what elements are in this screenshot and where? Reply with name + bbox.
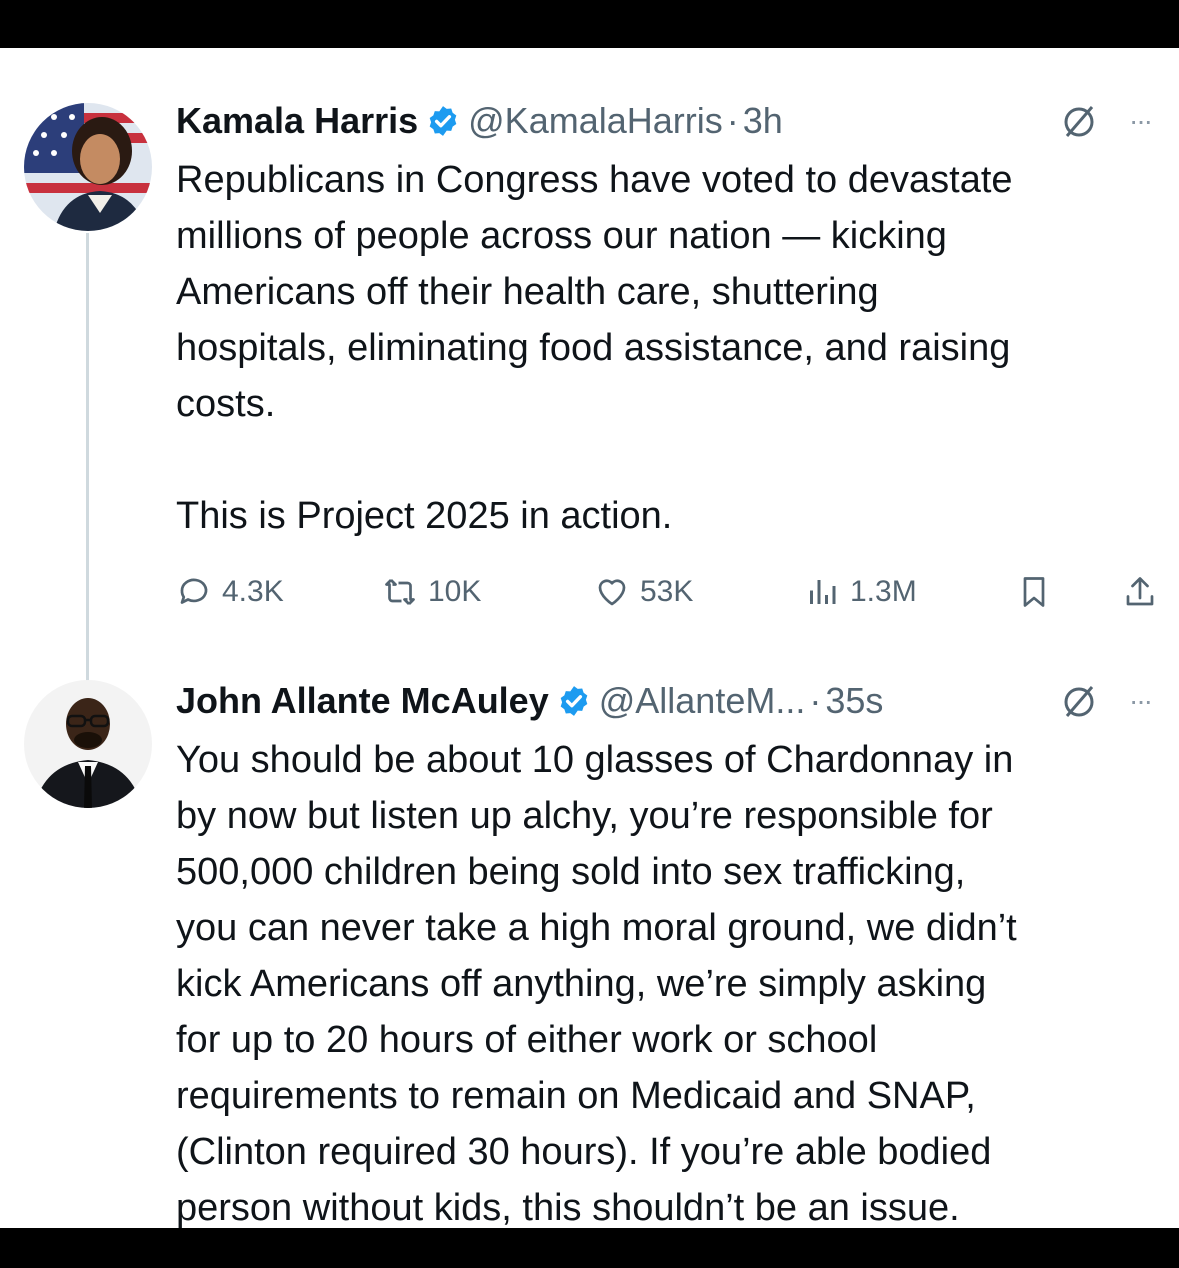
tweet-thread: Kamala Harris @KamalaHarris · 3h ··· Rep… [0,48,1179,1228]
avatar-kamala-harris[interactable] [24,103,152,231]
repost-icon [385,579,415,605]
like-count: 53K [640,575,694,608]
tweet-john-allante-mcauley[interactable]: John Allante McAuley @AllanteM... · 35s … [176,676,1153,1228]
tweet-line: millions of people across our nation — k… [176,215,947,257]
reply-button[interactable]: 4.3K [176,570,284,614]
tweet-line: person without kids, this shouldn’t be a… [176,1187,960,1228]
tweet-line: You should be about 10 glasses of Chardo… [176,739,1014,781]
tweet-text: You should be about 10 glasses of Chardo… [176,732,1151,1228]
separator-dot: · [726,100,739,141]
tweet-line: This is Project 2025 in action. [176,495,673,537]
tweet-line: Republicans in Congress have voted to de… [176,159,1013,201]
more-icon[interactable]: ··· [1129,105,1153,137]
grok-icon[interactable] [1059,101,1099,141]
author-name[interactable]: Kamala Harris [176,100,418,142]
bookmark-icon [1023,577,1045,607]
bookmark-button[interactable] [1016,570,1052,614]
tweet-line: for up to 20 hours of either work or sch… [176,1019,878,1061]
grok-icon[interactable] [1059,681,1099,721]
reply-count: 4.3K [222,575,284,608]
top-black-bar [0,0,1179,48]
timestamp[interactable]: 3h [743,100,783,142]
reply-icon [180,578,208,604]
tweet-line: by now but listen up alchy, you’re respo… [176,795,993,837]
avatar-john-allante-mcauley[interactable] [24,680,152,808]
author-name[interactable]: John Allante McAuley [176,680,549,722]
author-handle[interactable]: @KamalaHarris [468,100,723,142]
like-button[interactable]: 53K [594,570,693,614]
tweet-kamala-harris[interactable]: Kamala Harris @KamalaHarris · 3h ··· Rep… [176,96,1153,544]
like-icon [598,579,626,606]
tweet-line: Americans off their health care, shutter… [176,271,879,313]
share-icon [1126,577,1154,606]
share-button[interactable] [1122,570,1158,614]
timestamp[interactable]: 35s [825,680,883,722]
separator-dot: · [809,680,822,721]
tweet-header: Kamala Harris @KamalaHarris · 3h ··· [176,96,1153,146]
author-handle[interactable]: @AllanteM... [599,680,806,722]
verified-badge-icon [560,686,588,716]
views-icon [810,580,836,604]
verified-badge-icon [429,106,457,136]
tweet-action-bar: 4.3K 10K 53K 1.3M [176,570,1166,614]
thread-connector-line [86,233,89,713]
tweet-line: costs. [176,383,276,425]
tweet-line: kick Americans off anything, we’re simpl… [176,963,987,1005]
bottom-black-bar [0,1228,1179,1268]
repost-count: 10K [428,575,482,608]
tweet-line: 500,000 children being sold into sex tra… [176,851,966,893]
repost-button[interactable]: 10K [382,570,481,614]
tweet-header: John Allante McAuley @AllanteM... · 35s … [176,676,1153,726]
views-button[interactable]: 1.3M [804,570,917,614]
tweet-line: you can never take a high moral ground, … [176,907,1017,949]
tweet-text: Republicans in Congress have voted to de… [176,152,1151,544]
tweet-line: (Clinton required 30 hours). If you’re a… [176,1131,992,1173]
tweet-line: requirements to remain on Medicaid and S… [176,1075,976,1117]
more-icon[interactable]: ··· [1129,685,1153,717]
tweet-line: hospitals, eliminating food assistance, … [176,327,1011,369]
views-count: 1.3M [850,575,917,608]
